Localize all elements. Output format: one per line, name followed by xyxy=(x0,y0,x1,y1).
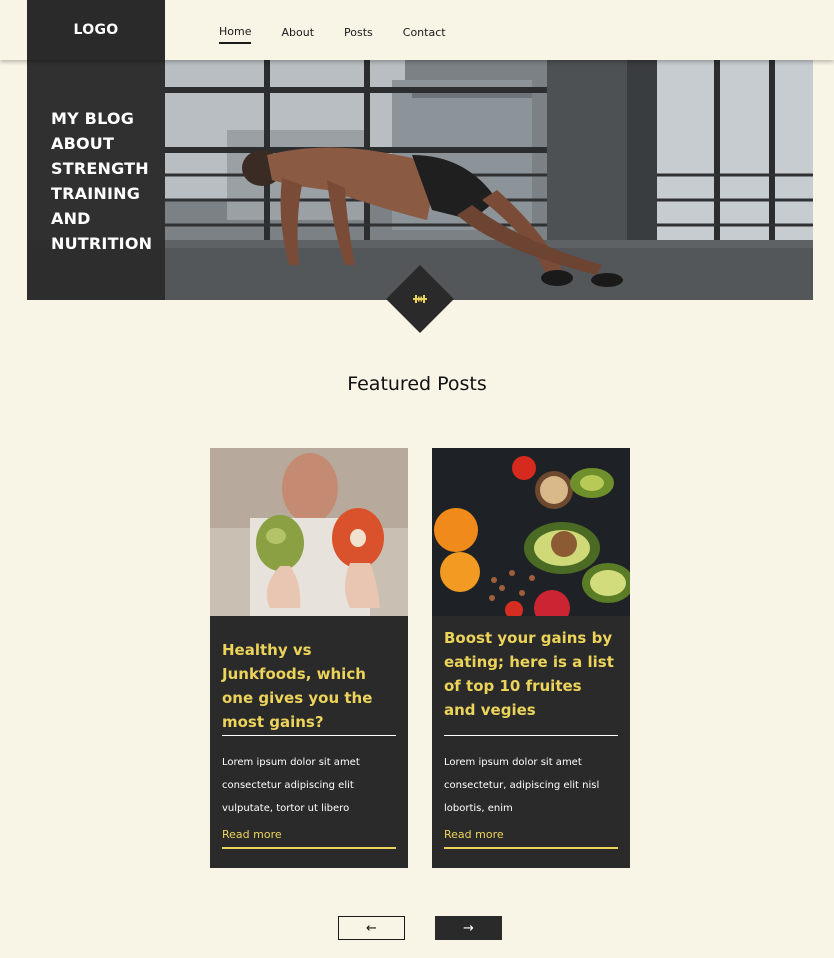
nav-contact[interactable]: Contact xyxy=(403,26,446,43)
featured-posts-title: Featured Posts xyxy=(347,373,487,395)
logo-text: LOGO xyxy=(73,22,119,38)
post-card[interactable]: Healthy vs Junkfoods, which one gives yo… xyxy=(210,448,408,868)
hero-banner: MY BLOG ABOUT STRENGTH TRAINING AND NUTR… xyxy=(27,60,813,300)
hero-overlay: MY BLOG ABOUT STRENGTH TRAINING AND NUTR… xyxy=(27,60,165,300)
dumbbell-icon xyxy=(410,289,430,309)
fruits-and-vegetables-photo xyxy=(432,448,630,616)
nav-about[interactable]: About xyxy=(281,26,314,43)
apple-and-donut-photo xyxy=(210,448,408,616)
read-more-link[interactable]: Read more xyxy=(222,828,396,849)
next-button[interactable]: → xyxy=(435,916,502,940)
post-title[interactable]: Healthy vs Junkfoods, which one gives yo… xyxy=(222,638,396,734)
read-more-link[interactable]: Read more xyxy=(444,828,618,849)
logo[interactable]: LOGO xyxy=(27,0,165,60)
arrow-left-icon: ← xyxy=(366,920,377,936)
post-excerpt: Lorem ipsum dolor sit amet consectetur a… xyxy=(222,757,360,814)
arrow-right-icon: → xyxy=(463,920,474,936)
hero-title: MY BLOG ABOUT STRENGTH TRAINING AND NUTR… xyxy=(51,109,153,253)
post-excerpt: Lorem ipsum dolor sit amet consectetur, … xyxy=(444,757,600,814)
divider xyxy=(222,735,396,736)
nav-posts[interactable]: Posts xyxy=(344,26,373,43)
post-title[interactable]: Boost your gains by eating; here is a li… xyxy=(444,626,618,722)
post-card[interactable]: Boost your gains by eating; here is a li… xyxy=(432,448,630,868)
divider xyxy=(444,735,618,736)
nav-home[interactable]: Home xyxy=(219,25,252,44)
previous-button[interactable]: ← xyxy=(338,916,405,940)
main-nav: Home About Posts Contact xyxy=(219,0,476,60)
